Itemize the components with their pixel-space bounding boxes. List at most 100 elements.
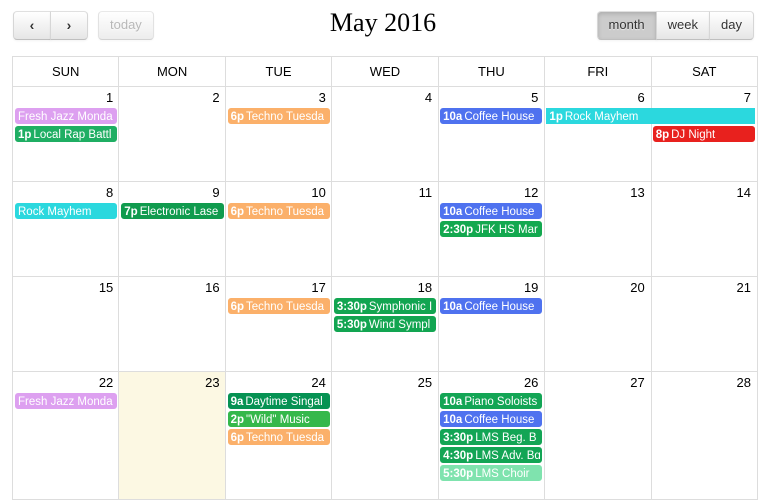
- date-number[interactable]: 7: [651, 87, 757, 107]
- event-time: 2:30p: [443, 224, 474, 236]
- event-time: 3:30p: [336, 301, 367, 313]
- date-number[interactable]: 27: [544, 372, 650, 392]
- calendar-event[interactable]: 3:30p LMS Beg. B: [440, 429, 543, 445]
- date-number[interactable]: 1: [13, 87, 119, 107]
- calendar-event[interactable]: 10a Coffee House: [440, 298, 543, 314]
- event-title: Fresh Jazz Monda: [18, 396, 113, 408]
- calendar-event[interactable]: 1p Rock Mayhem: [546, 108, 755, 124]
- event-layer: Fresh Jazz Monda 6p Techno Tuesda 10a Coffee…: [13, 108, 757, 181]
- week-row: 15 16 17 18 19 20 21 6p Techno Tuesda 3:30p Sympho…: [13, 277, 757, 372]
- day-of-week-sat: SAT: [650, 57, 757, 86]
- date-number[interactable]: 26: [438, 372, 544, 392]
- date-number[interactable]: 20: [544, 277, 650, 297]
- date-number[interactable]: 14: [651, 182, 757, 202]
- calendar-event[interactable]: 10a Coffee House: [440, 108, 543, 124]
- day-of-week-tue: TUE: [224, 57, 331, 86]
- date-number-row: 8 9 10 11 12 13 14: [13, 182, 757, 202]
- calendar-event[interactable]: 5:30p LMS Choir: [440, 465, 543, 481]
- date-number[interactable]: 28: [651, 372, 757, 392]
- date-number[interactable]: 23: [119, 372, 225, 392]
- date-number[interactable]: 9: [119, 182, 225, 202]
- date-number[interactable]: 13: [544, 182, 650, 202]
- day-of-week-header: SUN MON TUE WED THU FRI SAT: [13, 57, 757, 87]
- event-title: "Wild" Music: [245, 414, 310, 426]
- date-number[interactable]: 15: [13, 277, 119, 297]
- week-rows: 1 2 3 4 5 6 7 Fresh Jazz Monda 6p Techno Tuesda 10…: [13, 87, 757, 500]
- view-button-day[interactable]: day: [709, 11, 754, 40]
- calendar-event[interactable]: 2p "Wild" Music: [227, 411, 330, 427]
- view-button-week[interactable]: week: [655, 11, 711, 40]
- event-time: 10a: [443, 206, 463, 218]
- calendar-event[interactable]: 6p Techno Tuesda: [227, 203, 330, 219]
- event-time: 6p: [230, 301, 244, 313]
- date-number[interactable]: 3: [226, 87, 332, 107]
- date-number[interactable]: 18: [332, 277, 438, 297]
- event-time: 8p: [655, 129, 670, 141]
- date-number[interactable]: 2: [119, 87, 225, 107]
- week-row: 1 2 3 4 5 6 7 Fresh Jazz Monda 6p Techno Tuesda 10…: [13, 87, 757, 182]
- date-number[interactable]: 19: [438, 277, 544, 297]
- calendar-event[interactable]: 9a Daytime Singal: [227, 393, 330, 409]
- event-time: 5:30p: [336, 319, 367, 331]
- date-number[interactable]: 17: [226, 277, 332, 297]
- event-title: Techno Tuesda: [245, 432, 324, 444]
- event-title: Coffee House: [464, 414, 535, 426]
- date-number[interactable]: 11: [332, 182, 438, 202]
- calendar-event[interactable]: 3:30p Symphonic I: [333, 298, 437, 314]
- calendar-event[interactable]: 1p Local Rap Battl: [15, 126, 118, 142]
- calendar-event[interactable]: 10a Coffee House: [440, 411, 543, 427]
- event-title: Wind Sympl: [368, 319, 431, 331]
- event-time: 10a: [443, 396, 463, 408]
- calendar-event[interactable]: 6p Techno Tuesda: [227, 108, 330, 124]
- event-time: 10a: [443, 111, 463, 123]
- event-title: JFK HS Mar: [475, 224, 538, 236]
- date-number[interactable]: 5: [438, 87, 544, 107]
- event-title: DJ Night: [671, 129, 716, 141]
- day-of-week-mon: MON: [118, 57, 224, 86]
- date-number[interactable]: 10: [226, 182, 332, 202]
- calendar-event[interactable]: 6p Techno Tuesda: [227, 298, 330, 314]
- week-row: 8 9 10 11 12 13 14 Rock Mayhem 7p Electronic Lase…: [13, 182, 757, 277]
- date-number[interactable]: 22: [13, 372, 119, 392]
- event-title: Electronic Lase: [139, 206, 219, 218]
- calendar-event[interactable]: 10a Coffee House: [440, 203, 543, 219]
- event-title: Techno Tuesda: [245, 301, 324, 313]
- event-time: 2p: [230, 414, 244, 426]
- calendar-event[interactable]: 6p Techno Tuesda: [227, 429, 330, 445]
- event-title: LMS Adv. Bɑ: [475, 450, 541, 462]
- event-title: Piano Soloists: [464, 396, 538, 408]
- event-title: Coffee House: [464, 206, 535, 218]
- event-time: 1p: [18, 129, 32, 141]
- calendar-event[interactable]: 4:30p LMS Adv. Bɑ: [440, 447, 543, 463]
- event-layer: 6p Techno Tuesda 3:30p Symphonic I 10a Coffee…: [13, 298, 757, 371]
- event-layer: Rock Mayhem 7p Electronic Lase 6p Techno Tue…: [13, 203, 757, 276]
- calendar-event[interactable]: 5:30p Wind Sympl: [333, 316, 437, 332]
- calendar-event[interactable]: 2:30p JFK HS Mar: [440, 221, 543, 237]
- event-time: 6p: [230, 206, 244, 218]
- day-of-week-thu: THU: [437, 57, 544, 86]
- date-number[interactable]: 25: [332, 372, 438, 392]
- date-number[interactable]: 21: [651, 277, 757, 297]
- calendar-event[interactable]: 7p Electronic Lase: [121, 203, 224, 219]
- event-time: 10a: [443, 414, 463, 426]
- view-button-month[interactable]: month: [596, 11, 657, 40]
- date-number[interactable]: 24: [226, 372, 332, 392]
- calendar-event[interactable]: 10a Piano Soloists: [440, 393, 543, 409]
- week-row: 22 23 24 25 26 27 28 Fresh Jazz Monda 9a Daytime …: [13, 372, 757, 500]
- event-title: Fresh Jazz Monda: [18, 111, 113, 123]
- calendar-event[interactable]: Fresh Jazz Monda: [15, 393, 118, 409]
- calendar-event[interactable]: 8p DJ Night: [652, 126, 755, 142]
- month-grid: SUN MON TUE WED THU FRI SAT 1 2 3 4 5 6 7 Fresh Jazz …: [12, 56, 758, 500]
- calendar-event[interactable]: Rock Mayhem: [15, 203, 118, 219]
- event-title: LMS Beg. B: [475, 432, 537, 444]
- event-time: 7p: [124, 206, 138, 218]
- event-title: Daytime Singal: [245, 396, 323, 408]
- event-title: Coffee House: [464, 111, 535, 123]
- date-number[interactable]: 8: [13, 182, 119, 202]
- date-number[interactable]: 12: [438, 182, 544, 202]
- date-number[interactable]: 16: [119, 277, 225, 297]
- date-number[interactable]: 6: [544, 87, 650, 107]
- calendar-event[interactable]: Fresh Jazz Monda: [15, 108, 118, 124]
- date-number[interactable]: 4: [332, 87, 438, 107]
- event-layer: Fresh Jazz Monda 9a Daytime Singal 10a Piano…: [13, 393, 757, 499]
